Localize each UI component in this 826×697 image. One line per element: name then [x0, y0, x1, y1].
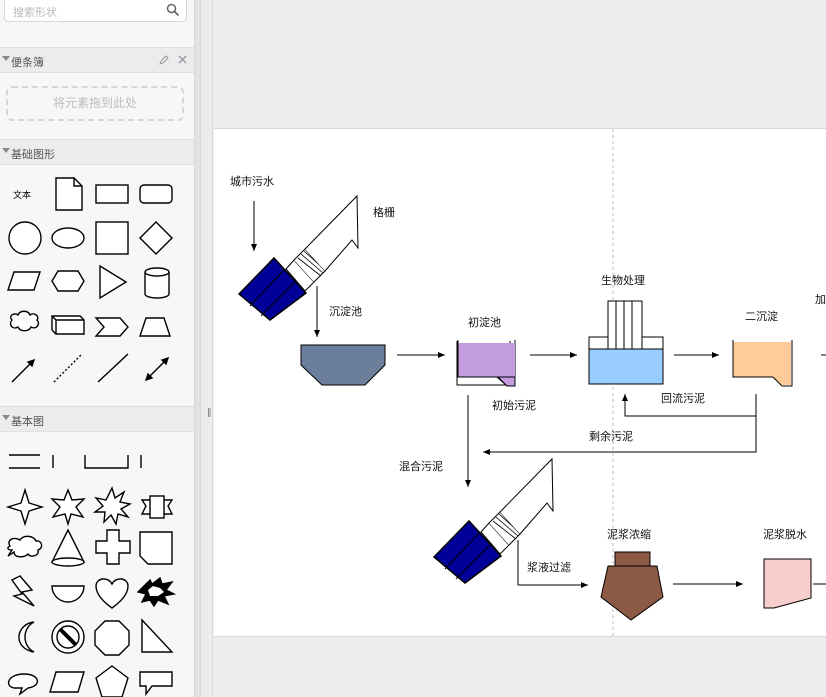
half-circle-icon[interactable] — [51, 585, 85, 603]
speech-bubble-icon[interactable] — [7, 673, 38, 696]
primary-tank-node[interactable] — [456, 340, 516, 387]
parallelogram-icon[interactable] — [49, 671, 85, 693]
six-point-star-icon[interactable] — [50, 488, 86, 527]
label-return-sludge[interactable]: 回流污泥 — [661, 391, 705, 405]
eight-point-star-icon[interactable] — [92, 486, 133, 527]
cone-shape-icon[interactable] — [50, 528, 86, 563]
splitter-grip-icon[interactable]: ‖ — [207, 408, 212, 418]
label-sludge-dewater[interactable]: 泥浆脱水 — [763, 527, 807, 541]
label-slurry-filter[interactable]: 浆液过滤 — [527, 560, 571, 574]
label-excess-sludge[interactable]: 剩余污泥 — [589, 429, 633, 443]
pentagon-icon[interactable] — [95, 665, 129, 697]
label-mixed-sludge[interactable]: 混合污泥 — [399, 459, 443, 473]
sidebar-splitter[interactable] — [194, 0, 201, 697]
label-settling-tank[interactable]: 沉淀池 — [329, 304, 362, 318]
right-triangle-icon[interactable] — [141, 618, 174, 653]
lightning-icon[interactable] — [10, 575, 35, 607]
bracket-shape-icon[interactable] — [84, 455, 129, 469]
sludge-dewater-node[interactable] — [763, 558, 812, 609]
settling-tank-node[interactable] — [300, 344, 386, 386]
flow-diagram: 城市污水 格栅 沉淀池 初淀池 生物处理 二沉淀 加 初始污泥 回流污泥 剩余污… — [230, 129, 826, 638]
label-secondary-settling[interactable]: 二沉淀 — [745, 309, 778, 323]
moon-icon[interactable] — [18, 621, 35, 653]
label-add-partial[interactable]: 加 — [815, 293, 826, 306]
sludge-thicken-node[interactable] — [600, 551, 664, 621]
label-primary-tank[interactable]: 初淀池 — [468, 315, 501, 329]
secondary-settling-node[interactable] — [732, 340, 793, 387]
label-sludge-thicken[interactable]: 泥浆浓缩 — [607, 527, 651, 541]
sidebar-scrollbar[interactable] — [201, 0, 213, 697]
basic-shape-palette — [5, 454, 177, 697]
label-city-sewage[interactable]: 城市污水 — [230, 174, 274, 188]
label-bio-treatment[interactable]: 生物处理 — [601, 273, 645, 287]
shape-sidebar: 搜索形状 便条簿 将元素拖到此处 基础图形 文本 基本图 — [0, 0, 194, 697]
label-grille[interactable]: 格栅 — [373, 205, 395, 219]
octagon-icon[interactable] — [94, 620, 130, 656]
parallel-lines-icon[interactable] — [9, 454, 40, 469]
grille-screen-top[interactable] — [237, 194, 359, 321]
label-initial-sludge[interactable]: 初始污泥 — [492, 398, 536, 412]
four-point-star-icon[interactable] — [5, 487, 45, 527]
folded-corner-shape-icon[interactable] — [139, 531, 173, 565]
bio-treatment-node[interactable] — [588, 300, 664, 385]
heart-icon[interactable] — [95, 578, 129, 609]
cross-shape-icon[interactable] — [95, 529, 131, 565]
thought-cloud-icon[interactable] — [7, 535, 43, 558]
diagram-page[interactable]: 城市污水 格栅 沉淀池 初淀池 生物处理 二沉淀 加 初始污泥 回流污泥 剩余污… — [214, 128, 826, 638]
callout-icon[interactable] — [139, 671, 173, 697]
